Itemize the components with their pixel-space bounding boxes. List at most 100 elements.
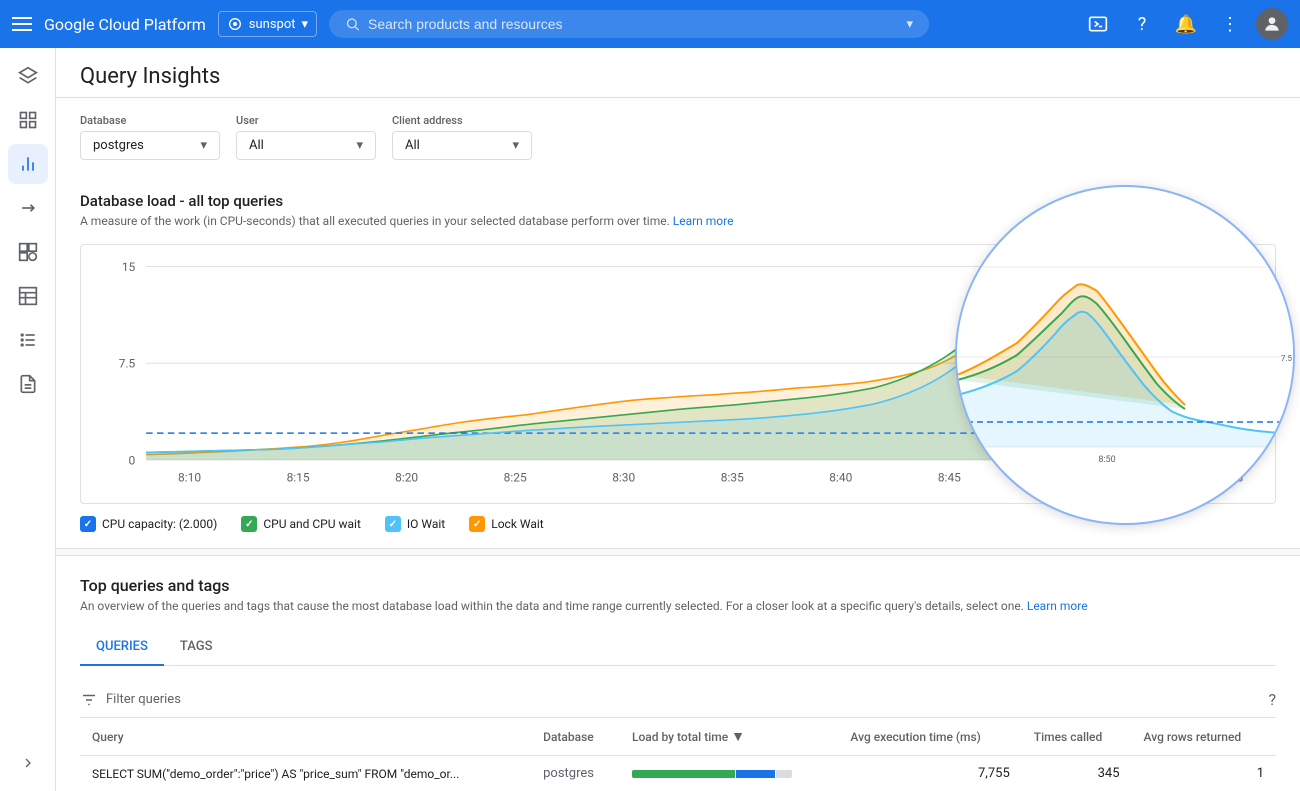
filter-queries-label: Filter queries bbox=[106, 692, 181, 707]
sidebar-item-insights[interactable] bbox=[8, 144, 48, 184]
cloud-shell-icon[interactable] bbox=[1080, 6, 1116, 42]
project-selector[interactable]: sunspot ▾ bbox=[218, 11, 317, 37]
project-name: sunspot bbox=[249, 17, 296, 32]
queries-section-subtitle: An overview of the queries and tags that… bbox=[80, 599, 1276, 613]
filter-user-label: User bbox=[236, 114, 376, 127]
cell-load bbox=[620, 756, 838, 791]
sidebar-item-table[interactable] bbox=[8, 276, 48, 316]
sidebar-item-dashboard[interactable] bbox=[8, 100, 48, 140]
queries-tabs: QUERIES TAGS bbox=[80, 629, 1276, 666]
svg-text:9:05: 9:05 bbox=[1220, 471, 1243, 485]
filter-database-chevron: ▾ bbox=[200, 138, 207, 153]
filter-client-chevron: ▾ bbox=[512, 138, 519, 153]
section-divider bbox=[56, 548, 1300, 556]
filter-database-value: postgres bbox=[93, 138, 144, 153]
brand-name: Google Cloud Platform bbox=[44, 15, 206, 34]
legend-cpu-capacity[interactable]: ✓ CPU capacity: (2.000) bbox=[80, 516, 217, 532]
legend-io-wait[interactable]: ✓ IO Wait bbox=[385, 516, 445, 532]
svg-text:8:40: 8:40 bbox=[829, 471, 852, 485]
help-icon[interactable]: ? bbox=[1124, 6, 1160, 42]
legend-cpu-capacity-checkbox: ✓ bbox=[80, 516, 96, 532]
filter-row: Filter queries ? bbox=[80, 682, 1276, 718]
cell-database: postgres bbox=[531, 756, 620, 791]
hamburger-menu[interactable] bbox=[12, 17, 32, 31]
sidebar-item-list[interactable] bbox=[8, 320, 48, 360]
col-avg-exec: Avg execution time (ms) bbox=[838, 718, 1021, 756]
col-load[interactable]: Load by total time ▼ bbox=[620, 718, 838, 756]
filter-client-value: All bbox=[405, 138, 420, 153]
table-row[interactable]: SELECT SUM("demo_order":"price") AS "pri… bbox=[80, 756, 1276, 791]
search-bar[interactable]: ▾ bbox=[329, 10, 929, 38]
svg-text:15: 15 bbox=[122, 260, 136, 274]
queries-learn-more-link[interactable]: Learn more bbox=[1027, 599, 1088, 613]
nav-icons: ? 🔔 ⋮ bbox=[1080, 6, 1288, 42]
page-header: Query Insights bbox=[56, 48, 1300, 98]
filter-client-select[interactable]: All ▾ bbox=[392, 131, 532, 160]
legend-lock-wait-label: Lock Wait bbox=[491, 517, 543, 531]
filter-database-select[interactable]: postgres ▾ bbox=[80, 131, 220, 160]
queries-section-title: Top queries and tags bbox=[80, 576, 1276, 595]
project-icon bbox=[227, 16, 243, 32]
sidebar bbox=[0, 48, 56, 791]
queries-section: Top queries and tags An overview of the … bbox=[56, 556, 1300, 791]
chart-container: 15 7.5 0 bbox=[80, 244, 1276, 504]
svg-text:8:15: 8:15 bbox=[287, 471, 310, 485]
sort-icon: ▼ bbox=[731, 729, 745, 745]
sidebar-item-report[interactable] bbox=[8, 364, 48, 404]
svg-text:0: 0 bbox=[129, 453, 136, 467]
search-input[interactable] bbox=[368, 16, 899, 32]
legend-cpu-wait-label: CPU and CPU wait bbox=[263, 517, 361, 531]
svg-text:15: 15 bbox=[1283, 264, 1292, 273]
sidebar-item-widgets[interactable] bbox=[8, 232, 48, 272]
filter-database-label: Database bbox=[80, 114, 220, 127]
legend-io-wait-checkbox: ✓ bbox=[385, 516, 401, 532]
svg-text:8:25: 8:25 bbox=[504, 471, 527, 485]
svg-text:8:45: 8:45 bbox=[938, 471, 961, 485]
more-icon[interactable]: ⋮ bbox=[1212, 6, 1248, 42]
chart-section: Database load - all top queries A measur… bbox=[56, 176, 1300, 548]
filter-user-chevron: ▾ bbox=[356, 138, 363, 153]
main-content: Query Insights Database postgres ▾ User … bbox=[56, 48, 1300, 791]
page-title: Query Insights bbox=[80, 64, 1276, 89]
legend-lock-wait-checkbox: ✓ bbox=[469, 516, 485, 532]
cell-avg-rows: 1 bbox=[1132, 756, 1276, 791]
chart-title: Database load - all top queries bbox=[80, 192, 1276, 210]
filter-database: Database postgres ▾ bbox=[80, 114, 220, 160]
load-bar-segment bbox=[736, 770, 776, 778]
chart-subtitle: A measure of the work (in CPU-seconds) t… bbox=[80, 214, 1276, 228]
sidebar-item-layers[interactable] bbox=[8, 56, 48, 96]
svg-text:8:20: 8:20 bbox=[395, 471, 418, 485]
search-icon bbox=[345, 16, 360, 32]
filter-client-address: Client address All ▾ bbox=[392, 114, 532, 160]
svg-text:0: 0 bbox=[1288, 444, 1293, 453]
notifications-icon[interactable]: 🔔 bbox=[1168, 6, 1204, 42]
tab-tags[interactable]: TAGS bbox=[164, 629, 229, 666]
col-avg-rows: Avg rows returned bbox=[1132, 718, 1276, 756]
chart-learn-more-link[interactable]: Learn more bbox=[673, 214, 734, 228]
filter-client-label: Client address bbox=[392, 114, 532, 127]
filter-user-value: All bbox=[249, 138, 264, 153]
load-bar-segment bbox=[632, 770, 735, 778]
cell-query: SELECT SUM("demo_order":"price") AS "pri… bbox=[80, 756, 531, 791]
chart-legend: ✓ CPU capacity: (2.000) ✓ CPU and CPU wa… bbox=[80, 516, 1276, 532]
tab-queries[interactable]: QUERIES bbox=[80, 629, 164, 666]
col-times-called: Times called bbox=[1022, 718, 1132, 756]
load-bar bbox=[632, 770, 792, 778]
avatar[interactable] bbox=[1256, 8, 1288, 40]
sidebar-expand-button[interactable] bbox=[8, 743, 48, 783]
filter-user: User All ▾ bbox=[236, 114, 376, 160]
filter-icon bbox=[80, 691, 98, 709]
filter-queries-button[interactable]: Filter queries bbox=[80, 691, 181, 709]
project-dropdown-icon: ▾ bbox=[302, 17, 309, 32]
svg-text:7.5: 7.5 bbox=[119, 357, 136, 371]
sidebar-item-traffic[interactable] bbox=[8, 188, 48, 228]
filter-user-select[interactable]: All ▾ bbox=[236, 131, 376, 160]
load-bar-segment bbox=[776, 770, 792, 778]
table-help-icon[interactable]: ? bbox=[1268, 690, 1276, 709]
svg-text:8:50: 8:50 bbox=[1046, 471, 1069, 485]
svg-text:8:35: 8:35 bbox=[721, 471, 744, 485]
col-query: Query bbox=[80, 718, 531, 756]
svg-text:8:30: 8:30 bbox=[612, 471, 635, 485]
legend-cpu-wait[interactable]: ✓ CPU and CPU wait bbox=[241, 516, 361, 532]
legend-lock-wait[interactable]: ✓ Lock Wait bbox=[469, 516, 543, 532]
